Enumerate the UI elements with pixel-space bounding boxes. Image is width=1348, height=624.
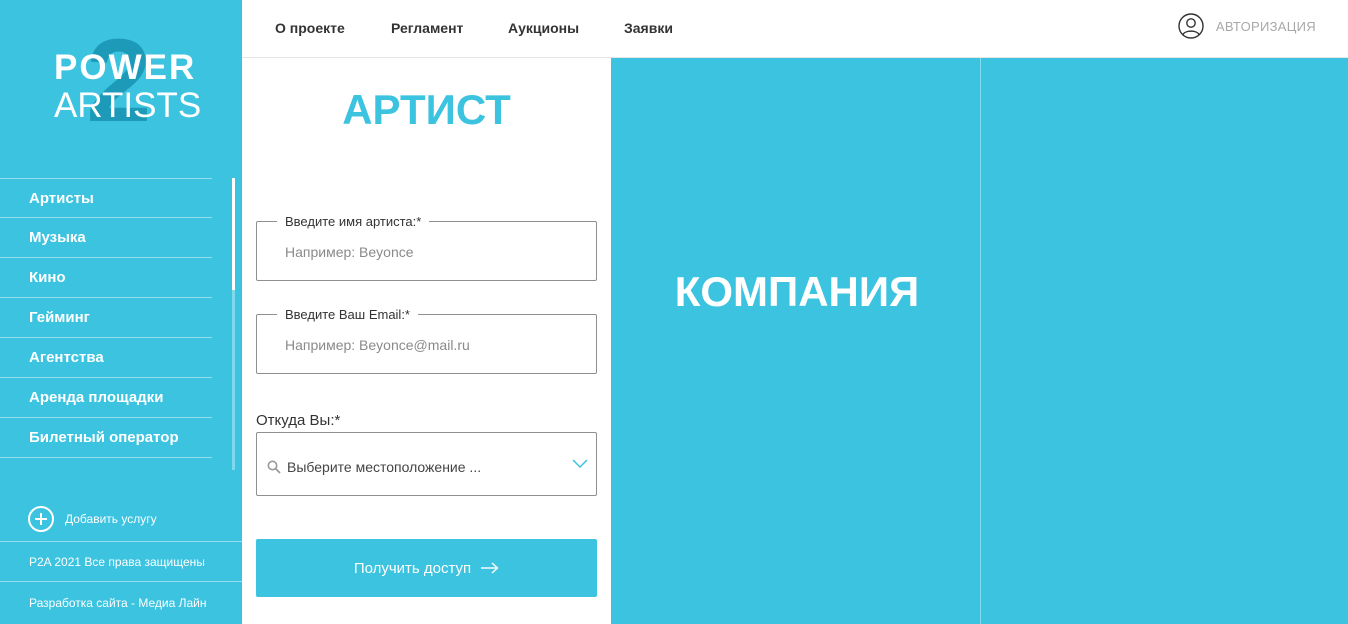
sidebar-nav: Артисты Музыка Кино Гейминг Агентства Ар… <box>0 178 212 458</box>
auth-button[interactable]: АВТОРИЗАЦИЯ <box>1178 13 1316 39</box>
company-title: КОМПАНИЯ <box>674 268 920 315</box>
location-label: Откуда Вы:* <box>256 412 341 429</box>
email-legend: Введите Ваш Email:* <box>277 307 418 322</box>
email-fieldset: Введите Ваш Email:* <box>256 307 597 374</box>
logo-text-artists: ARTISTS <box>54 86 202 125</box>
artist-title: АРТИСТ <box>342 86 511 133</box>
copyright-text: P2A 2021 Все права защищены <box>0 541 242 582</box>
developer-credit-link[interactable]: Разработка сайта - Медиа Лайн <box>29 596 207 610</box>
user-circle-icon <box>1178 13 1204 39</box>
location-select[interactable]: Выберите местоположение ... <box>256 432 597 496</box>
company-panel[interactable]: КОМПАНИЯ <box>611 58 980 624</box>
artist-form-panel: АРТИСТ Введите имя артиста:* Введите Ваш… <box>242 58 611 624</box>
nav-link-regulations[interactable]: Регламент <box>391 20 463 36</box>
sidebar-item-agencies[interactable]: Агентства <box>0 338 212 378</box>
get-access-label: Получить доступ <box>353 559 472 577</box>
add-service-label: Добавить услугу <box>65 512 157 526</box>
right-panel <box>981 58 1348 624</box>
sidebar-item-cinema[interactable]: Кино <box>0 258 212 298</box>
search-icon <box>267 460 281 474</box>
nav-link-applications[interactable]: Заявки <box>624 20 673 36</box>
location-select-placeholder: Выберите местоположение ... <box>287 459 482 475</box>
chevron-down-icon <box>572 459 588 469</box>
logo[interactable]: 2 POWER ARTISTS <box>0 0 242 178</box>
nav-link-about[interactable]: О проекте <box>275 20 345 36</box>
sidebar-item-gaming[interactable]: Гейминг <box>0 298 212 338</box>
auth-label: АВТОРИЗАЦИЯ <box>1215 18 1316 34</box>
artist-name-input[interactable] <box>285 244 575 260</box>
sidebar-scrollbar-thumb[interactable] <box>232 178 235 290</box>
logo-text-power: POWER <box>54 48 197 87</box>
sidebar: 2 POWER ARTISTS Артисты Музыка Кино Гейм… <box>0 0 242 624</box>
arrow-right-icon <box>481 562 499 574</box>
top-navbar: О проекте Регламент Аукционы Заявки АВТО… <box>242 0 1348 58</box>
plus-circle-icon <box>28 506 54 532</box>
nav-link-auctions[interactable]: Аукционы <box>508 20 579 36</box>
sidebar-item-music[interactable]: Музыка <box>0 218 212 258</box>
sidebar-item-artists[interactable]: Артисты <box>0 178 212 218</box>
sidebar-item-ticket-operator[interactable]: Билетный оператор <box>0 418 212 458</box>
artist-name-fieldset: Введите имя артиста:* <box>256 214 597 281</box>
artist-name-legend: Введите имя артиста:* <box>277 214 430 229</box>
sidebar-item-venue-rental[interactable]: Аренда площадки <box>0 378 212 418</box>
get-access-button[interactable]: Получить доступ <box>256 539 597 597</box>
email-input[interactable] <box>285 337 575 353</box>
add-service-button[interactable]: Добавить услугу <box>28 506 157 532</box>
